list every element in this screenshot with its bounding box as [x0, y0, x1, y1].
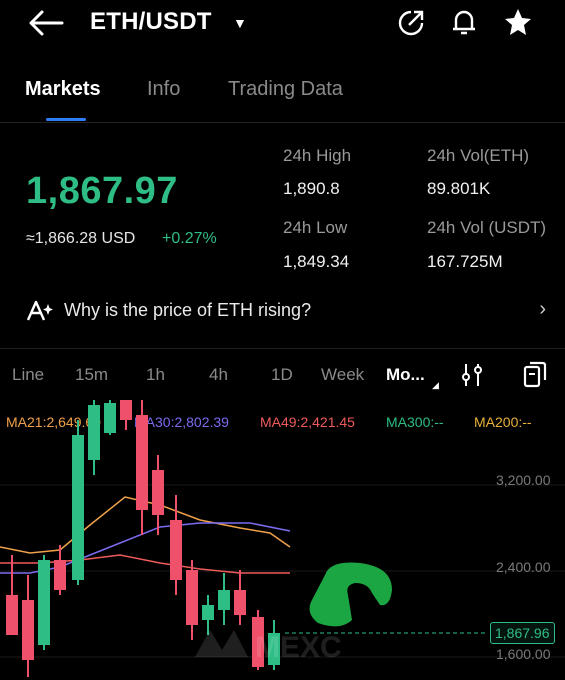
green-sticker — [309, 562, 392, 627]
caret-down-small-icon: ◢ — [432, 380, 439, 390]
svg-text:MEXC: MEXC — [255, 631, 342, 664]
pair-title[interactable]: ETH/USDT — [90, 8, 212, 36]
vol-usdt-value: 167.725M — [427, 252, 503, 271]
ai-sparkle-icon — [26, 300, 53, 321]
tab-info[interactable]: Info — [147, 78, 180, 101]
header-bar: ETH/USDT ▼ — [0, 0, 565, 50]
candlestick-chart[interactable]: MEXC — [0, 395, 565, 680]
insight-text: Why is the price of ETH rising? — [64, 300, 312, 320]
axis-label-3200: 3,200.00 — [496, 472, 551, 488]
axis-label-1600: 1,600.00 — [496, 646, 551, 662]
tf-1d[interactable]: 1D — [271, 365, 293, 385]
price-insight-row[interactable]: Why is the price of ETH rising? › — [26, 296, 546, 326]
main-tabs: Markets Info Trading Data — [0, 60, 565, 123]
low-label: 24h Low — [283, 218, 348, 237]
high-value: 1,890.8 — [283, 179, 340, 198]
active-tab-indicator — [46, 118, 86, 121]
high-label: 24h High — [283, 146, 352, 165]
share-icon[interactable] — [396, 6, 428, 38]
star-icon[interactable] — [502, 6, 534, 38]
caret-down-icon[interactable]: ▼ — [233, 15, 247, 31]
last-price: 1,867.97 — [26, 170, 178, 212]
tf-1h[interactable]: 1h — [146, 365, 165, 385]
mexc-watermark: MEXC — [195, 630, 342, 664]
tab-trading-data[interactable]: Trading Data — [228, 78, 343, 101]
vol-eth-value: 89.801K — [427, 179, 491, 198]
tf-15m[interactable]: 15m — [75, 365, 108, 385]
approx-usd: ≈1,866.28 USD — [26, 230, 136, 247]
indicator-settings-icon[interactable] — [460, 362, 484, 388]
tf-line[interactable]: Line — [12, 365, 44, 385]
vol-usdt-label: 24h Vol (USDT) — [427, 218, 547, 237]
axis-label-2400: 2,400.00 — [496, 559, 551, 575]
last-price-marker: 1,867.96 — [490, 622, 555, 644]
candles — [6, 400, 280, 677]
tf-week[interactable]: Week — [321, 365, 364, 385]
chevron-right-icon: › — [539, 298, 546, 320]
tf-month[interactable]: Mo... — [386, 365, 425, 385]
tf-4h[interactable]: 4h — [209, 365, 228, 385]
vol-eth-label: 24h Vol(ETH) — [427, 146, 530, 165]
bell-icon[interactable] — [448, 6, 480, 38]
back-arrow-icon[interactable] — [26, 8, 66, 38]
copy-icon[interactable] — [522, 360, 548, 388]
divider — [0, 348, 565, 349]
tab-markets[interactable]: Markets — [25, 78, 101, 101]
price-change: +0.27% — [162, 230, 217, 247]
low-value: 1,849.34 — [283, 252, 350, 271]
